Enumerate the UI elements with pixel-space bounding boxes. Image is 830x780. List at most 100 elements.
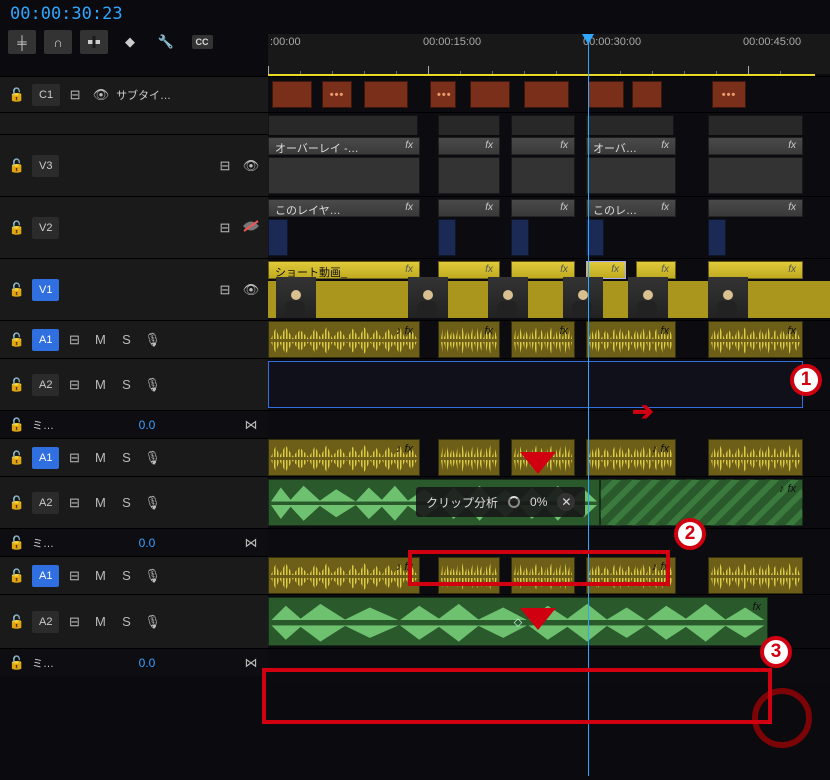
music-clip-processing[interactable]: ♪ fx	[600, 479, 803, 526]
lock-icon[interactable]: 🔓	[6, 535, 28, 551]
track-header-a1[interactable]: 🔓 A1 ⊟ M S 🎙	[0, 321, 268, 358]
video-clip[interactable]: fx	[511, 199, 575, 217]
stereo-icon[interactable]: ⋈	[240, 655, 262, 671]
solo-toggle[interactable]: S	[115, 377, 137, 392]
playhead-timecode[interactable]: 00:00:30:23	[0, 0, 830, 28]
lock-icon[interactable]: 🔓	[6, 495, 28, 511]
track-label-a2[interactable]: A2	[32, 492, 59, 514]
hide-track-icon[interactable]	[240, 219, 262, 236]
solo-toggle[interactable]: S	[115, 495, 137, 510]
mic-icon[interactable]: 🎙	[141, 450, 163, 466]
video-clip[interactable]: このレイヤ…fx	[268, 199, 420, 217]
sync-lock-icon[interactable]: ⊟	[214, 220, 236, 236]
lock-icon[interactable]: 🔓	[6, 655, 28, 671]
lock-icon[interactable]: 🔓	[6, 417, 28, 433]
marker-tool-button[interactable]: ◆	[116, 30, 144, 54]
lock-icon[interactable]: 🔓	[6, 614, 28, 630]
track-content-v3[interactable]: オーバーレイ -…fx fx fx オーバ…fx fx	[268, 135, 830, 196]
sync-lock-icon[interactable]: ⊟	[63, 614, 85, 630]
track-header-mix-c[interactable]: 🔓 ミ… 0.0 ⋈	[0, 649, 268, 676]
track-header-mix-b[interactable]: 🔓 ミ… 0.0 ⋈	[0, 529, 268, 556]
track-label-c1[interactable]: C1	[32, 84, 60, 106]
mix-value[interactable]: 0.0	[139, 656, 156, 670]
track-header-a2-b[interactable]: 🔓 A2 ⊟ M S 🎙	[0, 477, 268, 528]
track-header-v2[interactable]: 🔓 V2 ⊟	[0, 197, 268, 258]
sync-lock-icon[interactable]: ⊟	[63, 495, 85, 511]
subtitle-clip[interactable]	[272, 81, 312, 108]
sync-lock-icon[interactable]: ⊟	[63, 450, 85, 466]
audio-clip[interactable]: fx	[708, 321, 803, 358]
settings-tool-button[interactable]: 🔧	[152, 30, 180, 54]
mic-icon[interactable]: 🎙	[141, 495, 163, 511]
video-clip[interactable]: このレ…fx	[586, 199, 676, 217]
track-header-a1-b[interactable]: 🔓 A1 ⊟ M S 🎙	[0, 439, 268, 476]
time-ruler[interactable]: :00:00 00:00:15:00 00:00:30:00 00:00:45:…	[268, 34, 830, 74]
audio-clip[interactable]: fx	[586, 321, 676, 358]
mic-icon[interactable]: 🎙	[141, 614, 163, 630]
lock-icon[interactable]: 🔓	[6, 282, 28, 298]
mute-toggle[interactable]: M	[89, 377, 111, 392]
audio-clip[interactable]: ♪ fx	[268, 321, 420, 358]
track-label-a1[interactable]: A1	[32, 329, 59, 351]
track-header-v3[interactable]: 🔓 V3 ⊟ 👁	[0, 135, 268, 196]
solo-toggle[interactable]: S	[115, 332, 137, 347]
audio-clip[interactable]: fx	[511, 321, 575, 358]
subtitle-clip[interactable]	[524, 81, 569, 108]
lock-icon[interactable]: 🔓	[6, 377, 28, 393]
track-header-a2-c[interactable]: 🔓 A2 ⊟ M S 🎙	[0, 595, 268, 648]
track-label-v2[interactable]: V2	[32, 217, 59, 239]
audio-clip[interactable]	[708, 557, 803, 594]
subtitle-clip[interactable]: •••	[430, 81, 456, 108]
lock-icon[interactable]: 🔓	[6, 220, 28, 236]
mute-toggle[interactable]: M	[89, 614, 111, 629]
subtitle-clip[interactable]	[588, 81, 624, 108]
lock-icon[interactable]: 🔓	[6, 87, 28, 103]
mute-toggle[interactable]: M	[89, 568, 111, 583]
lock-icon[interactable]: 🔓	[6, 568, 28, 584]
video-clip[interactable]: fx	[438, 137, 500, 155]
lock-icon[interactable]: 🔓	[6, 332, 28, 348]
subtitle-clip[interactable]	[470, 81, 510, 108]
mic-icon[interactable]: 🎙	[141, 377, 163, 393]
eye-icon[interactable]: 👁	[240, 282, 262, 298]
sync-lock-icon[interactable]: ⊟	[63, 568, 85, 584]
eye-icon[interactable]: 👁	[90, 87, 112, 103]
playhead[interactable]	[588, 34, 589, 776]
track-label-v3[interactable]: V3	[32, 155, 59, 177]
track-label-a2[interactable]: A2	[32, 374, 59, 396]
lock-icon[interactable]: 🔓	[6, 158, 28, 174]
solo-toggle[interactable]: S	[115, 614, 137, 629]
audio-clip[interactable]: ♪ fx	[268, 557, 420, 594]
video-clip[interactable]: オーバ…fx	[586, 137, 676, 155]
track-header-a2[interactable]: 🔓 A2 ⊟ M S 🎙	[0, 359, 268, 410]
mute-toggle[interactable]: M	[89, 450, 111, 465]
eye-icon[interactable]: 👁	[240, 158, 262, 174]
video-clip[interactable]: オーバーレイ -…fx	[268, 137, 420, 155]
sync-lock-icon[interactable]: ⊟	[64, 87, 86, 103]
track-content-v2[interactable]: このレイヤ…fx fx fx このレ…fx fx	[268, 197, 830, 258]
track-label-a2[interactable]: A2	[32, 611, 59, 633]
audio-clip[interactable]	[708, 439, 803, 476]
magnet-tool-button[interactable]: ∩	[44, 30, 72, 54]
subtitle-clip[interactable]: •••	[322, 81, 352, 108]
stereo-icon[interactable]: ⋈	[240, 535, 262, 551]
track-header-a1-c[interactable]: 🔓 A1 ⊟ M S 🎙	[0, 557, 268, 594]
track-label-v1[interactable]: V1	[32, 279, 59, 301]
stereo-icon[interactable]: ⋈	[240, 417, 262, 433]
audio-clip[interactable]: fx	[438, 321, 500, 358]
lock-icon[interactable]: 🔓	[6, 450, 28, 466]
subtitle-clip[interactable]	[632, 81, 662, 108]
track-content-a2-2[interactable]: ♪ fx クリップ分析 0% ✕	[268, 477, 830, 528]
captions-tool-button[interactable]: CC	[188, 30, 216, 54]
track-label-a1[interactable]: A1	[32, 447, 59, 469]
sync-lock-icon[interactable]: ⊟	[63, 377, 85, 393]
track-content-v1[interactable]: ショート動画_fx fx fx fx fx fx	[268, 259, 830, 320]
sync-lock-icon[interactable]: ⊟	[63, 332, 85, 348]
mute-toggle[interactable]: M	[89, 332, 111, 347]
track-header-v1[interactable]: 🔓 V1 ⊟ 👁	[0, 259, 268, 320]
video-clip[interactable]: fx	[708, 137, 803, 155]
track-content-c1[interactable]: ••• ••• •••	[268, 77, 830, 112]
link-tool-button[interactable]	[80, 30, 108, 54]
video-clip[interactable]: fx	[511, 137, 575, 155]
track-header-mix[interactable]: 🔓 ミ… 0.0 ⋈	[0, 411, 268, 438]
